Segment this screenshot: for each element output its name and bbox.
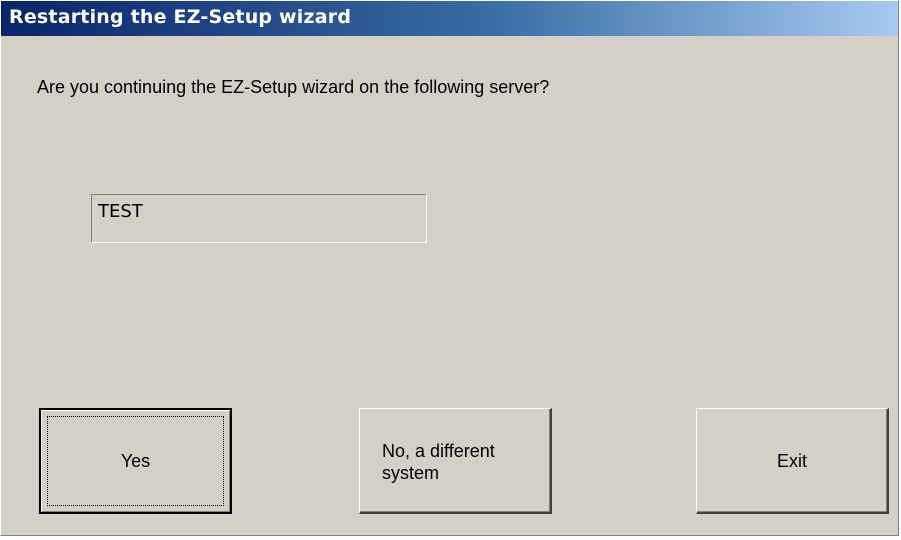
server-name-field: TEST: [91, 194, 427, 243]
exit-button[interactable]: Exit: [696, 408, 889, 514]
yes-button-label: Yes: [120, 450, 151, 471]
label-line-2: system: [382, 462, 440, 483]
different-system-button[interactable]: No, a different system: [359, 408, 552, 514]
label-line-1: No, a different: [382, 441, 495, 461]
dialog-title: Restarting the EZ-Setup wizard: [9, 6, 352, 28]
question-text: Are you continuing the EZ-Setup wizard o…: [37, 77, 550, 97]
different-system-button-label: No, a different system: [382, 441, 495, 484]
yes-button[interactable]: Yes: [39, 408, 232, 514]
exit-button-label: Exit: [776, 451, 807, 471]
dialog-window: Restarting the EZ-Setup wizard Are you c…: [0, 0, 899, 536]
title-bar[interactable]: Restarting the EZ-Setup wizard: [1, 1, 898, 36]
focus-ring: Yes: [47, 416, 224, 506]
